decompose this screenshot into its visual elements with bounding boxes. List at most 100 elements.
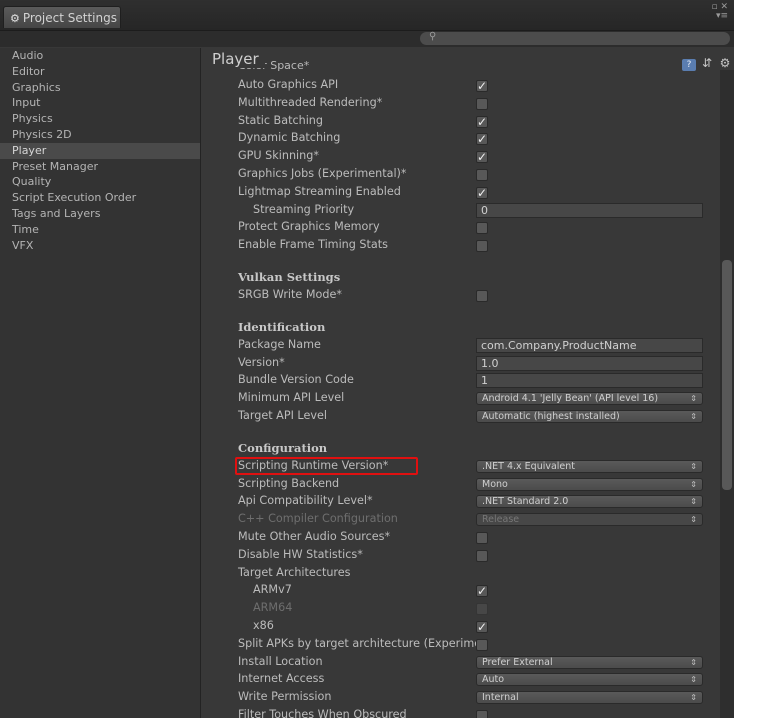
setting-label: Filter Touches When Obscured: [238, 707, 407, 718]
section-header-configuration: Configuration: [201, 439, 720, 458]
dropdown-value: Auto: [482, 674, 505, 686]
target-api-level-dropdown[interactable]: Automatic (highest installed) ⇕: [476, 409, 703, 423]
book-icon[interactable]: ?: [682, 59, 696, 71]
version-field[interactable]: 1.0: [476, 355, 703, 371]
sidebar-item-input[interactable]: Input: [0, 95, 200, 111]
internet-access-dropdown[interactable]: Auto ⇕: [476, 673, 703, 687]
write-permission-dropdown[interactable]: Internal ⇕: [476, 691, 703, 705]
search-input[interactable]: ⚲: [420, 31, 730, 45]
settings-sidebar: Audio Editor Graphics Input Physics Physics 2…: [0, 48, 201, 718]
graphics-jobs-experimental-checkbox[interactable]: [476, 168, 488, 181]
setting-row-api-compatibility-level: Api Compatibility Level* .NET Standard 2.…: [201, 493, 720, 511]
setting-row-bundle-version-code: Bundle Version Code 1: [201, 372, 720, 390]
setting-row-multithreaded-rendering: Multithreaded Rendering*: [201, 95, 720, 113]
package-name-field[interactable]: com.Company.ProductName: [476, 337, 703, 353]
sidebar-item-graphics[interactable]: Graphics: [0, 80, 200, 96]
sidebar-item-editor[interactable]: Editor: [0, 64, 200, 80]
setting-label: Package Name: [238, 337, 321, 351]
sidebar-item-time[interactable]: Time: [0, 222, 200, 238]
sidebar-item-physics[interactable]: Physics: [0, 111, 200, 127]
setting-row-arm64: ARM64: [201, 600, 720, 618]
setting-label: Version*: [238, 355, 285, 369]
dropdown-value: .NET Standard 2.0: [482, 496, 569, 508]
gear-menu-icon[interactable]: ⚙: [718, 56, 732, 70]
setting-row-scripting-backend: Scripting Backend Mono ⇕: [201, 476, 720, 494]
streaming-priority-field[interactable]: 0: [476, 202, 703, 218]
sidebar-item-audio[interactable]: Audio: [0, 48, 200, 64]
project-settings-tab[interactable]: ⚙ Project Settings: [3, 6, 121, 28]
setting-label: ARMv7: [253, 583, 292, 597]
sidebar-item-preset-manager[interactable]: Preset Manager: [0, 159, 200, 175]
setting-label: C++ Compiler Configuration: [238, 512, 398, 526]
bottom-edge: [0, 718, 734, 726]
window-controls: ▫ ✕ ▾≡: [711, 3, 728, 21]
api-compatibility-level-dropdown[interactable]: .NET Standard 2.0 ⇕: [476, 495, 703, 509]
sidebar-item-physics-2d[interactable]: Physics 2D: [0, 127, 200, 143]
protect-graphics-memory-checkbox[interactable]: [476, 222, 488, 235]
setting-row-streaming-priority: Streaming Priority 0: [201, 202, 720, 220]
scrollbar[interactable]: [720, 70, 734, 718]
x86-checkbox[interactable]: ✓: [476, 620, 488, 633]
section-header-vulkan-settings: Vulkan Settings: [201, 268, 720, 287]
arm64-checkbox: [476, 603, 488, 616]
multithreaded-rendering-checkbox[interactable]: [476, 97, 488, 110]
setting-row-split-apks-by-target-architecture-experimental: Split APKs by target architecture (Exper…: [201, 636, 720, 654]
c-compiler-configuration-dropdown: Release ⇕: [476, 513, 703, 527]
settings-list: Auto Graphics API ✓ Multithreaded Renderin…: [201, 77, 720, 718]
srgb-write-mode-checkbox[interactable]: [476, 289, 488, 302]
static-batching-checkbox[interactable]: ✓: [476, 115, 488, 128]
setting-label: Api Compatibility Level*: [238, 494, 373, 508]
mute-other-audio-sources-checkbox[interactable]: [476, 531, 488, 544]
setting-label: Static Batching: [238, 113, 324, 127]
window-menu-icon[interactable]: ▾≡: [716, 11, 728, 21]
sliders-icon[interactable]: ⇵: [700, 56, 714, 70]
setting-label: Install Location: [238, 654, 323, 668]
gpu-skinning-checkbox[interactable]: ✓: [476, 151, 488, 164]
setting-row-filter-touches-when-obscured: Filter Touches When Obscured: [201, 707, 720, 718]
dynamic-batching-checkbox[interactable]: ✓: [476, 133, 488, 146]
setting-label: Target API Level: [238, 408, 327, 422]
setting-label: Lightmap Streaming Enabled: [238, 184, 401, 198]
sidebar-item-vfx[interactable]: VFX: [0, 238, 200, 254]
sidebar-item-quality[interactable]: Quality: [0, 174, 200, 190]
setting-row-target-api-level: Target API Level Automatic (highest insta…: [201, 408, 720, 426]
scripting-runtime-version-dropdown[interactable]: .NET 4.x Equivalent ⇕: [476, 459, 703, 473]
split-apks-by-target-architecture-experimental-checkbox[interactable]: [476, 638, 488, 651]
page-title: Player: [212, 50, 265, 68]
setting-row-c-compiler-configuration: C++ Compiler Configuration Release ⇕: [201, 511, 720, 529]
lightmap-streaming-enabled-checkbox[interactable]: ✓: [476, 186, 488, 199]
setting-row-lightmap-streaming-enabled: Lightmap Streaming Enabled ✓: [201, 184, 720, 202]
setting-label: Mute Other Audio Sources*: [238, 529, 391, 543]
auto-graphics-api-checkbox[interactable]: ✓: [476, 80, 488, 92]
dropdown-value: Prefer External: [482, 656, 553, 668]
setting-label: Scripting Backend: [238, 476, 340, 490]
enable-frame-timing-stats-checkbox[interactable]: [476, 240, 488, 253]
setting-label: Minimum API Level: [238, 391, 345, 405]
bundle-version-code-field[interactable]: 1: [476, 373, 703, 389]
install-location-dropdown[interactable]: Prefer External ⇕: [476, 655, 703, 669]
dropdown-arrow-icon: ⇕: [690, 497, 697, 507]
setting-row-install-location: Install Location Prefer External ⇕: [201, 654, 720, 672]
setting-label: Multithreaded Rendering*: [238, 95, 383, 109]
setting-row-armv7: ARMv7 ✓: [201, 582, 720, 600]
setting-row-minimum-api-level: Minimum API Level Android 4.1 'Jelly Bean…: [201, 390, 720, 408]
disable-hw-statistics-checkbox[interactable]: [476, 549, 488, 562]
setting-label: Enable Frame Timing Stats: [238, 238, 388, 252]
minimum-api-level-dropdown[interactable]: Android 4.1 'Jelly Bean' (API level 16) ⇕: [476, 392, 703, 406]
dropdown-arrow-icon: ⇕: [690, 479, 697, 489]
setting-row-x86: x86 ✓: [201, 618, 720, 636]
filter-touches-when-obscured-checkbox[interactable]: [476, 709, 488, 718]
setting-row-disable-hw-statistics: Disable HW Statistics*: [201, 547, 720, 565]
dropdown-value: Automatic (highest installed): [482, 410, 620, 422]
sidebar-item-player[interactable]: Player: [0, 142, 200, 159]
sidebar-item-tags-and-layers[interactable]: Tags and Layers: [0, 206, 200, 222]
setting-label: ARM64: [253, 601, 293, 615]
scripting-backend-dropdown[interactable]: Mono ⇕: [476, 477, 703, 491]
setting-label: SRGB Write Mode*: [238, 287, 342, 301]
sidebar-item-script-execution-order[interactable]: Script Execution Order: [0, 190, 200, 206]
armv7-checkbox[interactable]: ✓: [476, 585, 488, 598]
scrollbar-thumb[interactable]: [722, 260, 732, 490]
